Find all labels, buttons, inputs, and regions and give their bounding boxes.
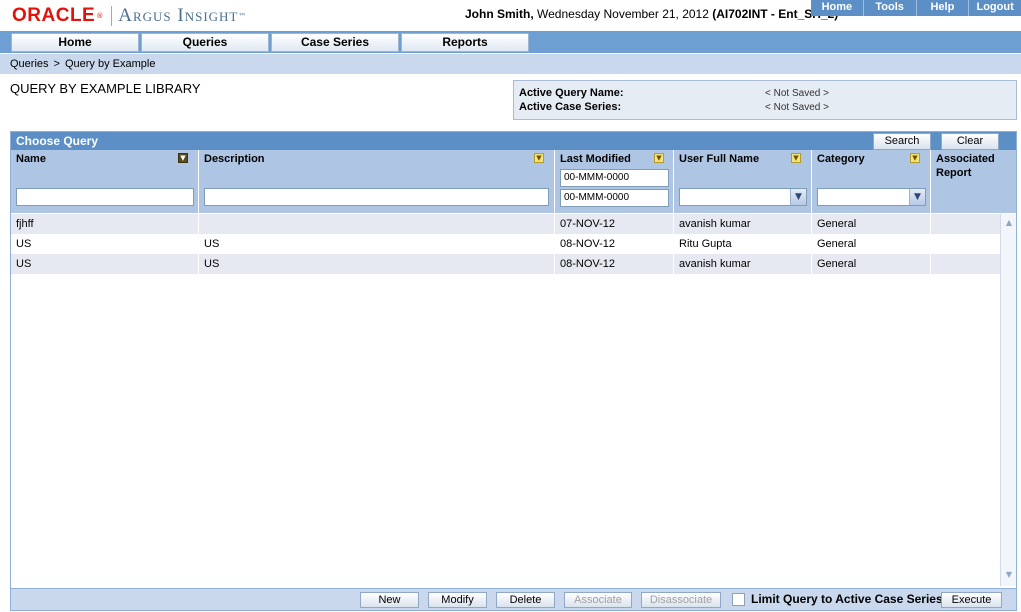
- nav-tab-case-series[interactable]: Case Series: [271, 33, 399, 52]
- oracle-logo-text: ORACLE: [12, 5, 96, 26]
- top-link-logout[interactable]: Logout: [968, 0, 1021, 16]
- active-query-name-label: Active Query Name:: [519, 87, 624, 99]
- new-button[interactable]: New: [360, 592, 419, 608]
- cell-user: Ritu Gupta: [674, 234, 812, 254]
- column-category-label: Category: [817, 153, 865, 165]
- top-link-tools[interactable]: Tools: [862, 0, 916, 16]
- description-filter-input[interactable]: [204, 188, 549, 206]
- table-row[interactable]: US US 08-NOV-12 Ritu Gupta General: [11, 234, 1000, 254]
- scroll-down-icon[interactable]: ▼: [1002, 568, 1016, 582]
- column-category: Category ▼ ▼: [812, 150, 931, 213]
- nav-tab-reports[interactable]: Reports: [401, 33, 529, 52]
- column-associated-report-label: Associated Report: [936, 153, 995, 179]
- main-nav: Home Queries Case Series Reports: [0, 31, 1021, 53]
- table-row[interactable]: US US 08-NOV-12 avanish kumar General: [11, 254, 1000, 274]
- cell-description: US: [199, 254, 555, 274]
- registered-mark: ®: [96, 12, 104, 20]
- sort-icon[interactable]: ▼: [654, 153, 664, 163]
- cell-name: US: [11, 254, 199, 274]
- nav-tab-home[interactable]: Home: [11, 33, 139, 52]
- modify-button[interactable]: Modify: [428, 592, 487, 608]
- cell-name: fjhff: [11, 214, 199, 234]
- column-user-full-name-label: User Full Name: [679, 153, 760, 165]
- chevron-down-icon[interactable]: ▼: [790, 189, 806, 205]
- user-filter-select[interactable]: ▼: [679, 188, 807, 206]
- associate-button[interactable]: Associate: [564, 592, 632, 608]
- chevron-down-icon[interactable]: ▼: [909, 189, 925, 205]
- date-to-input[interactable]: 00-MMM-0000: [560, 189, 669, 207]
- breadcrumb-query-by-example: Query by Example: [64, 58, 156, 70]
- query-grid: fjhff 07-NOV-12 avanish kumar General US…: [11, 214, 1000, 274]
- active-case-series-value: < Not Saved >: [765, 102, 829, 113]
- sort-icon[interactable]: ▼: [534, 153, 544, 163]
- category-filter-select[interactable]: ▼: [817, 188, 926, 206]
- sort-icon[interactable]: ▼: [910, 153, 920, 163]
- cell-category: General: [812, 234, 931, 254]
- sort-icon[interactable]: ▼: [178, 153, 188, 163]
- cell-description: US: [199, 234, 555, 254]
- limit-query-label: Limit Query to Active Case Series: [751, 592, 943, 606]
- top-links: Home Tools Help Logout: [811, 0, 1021, 16]
- page-title: QUERY BY EXAMPLE LIBRARY: [10, 81, 201, 96]
- cell-category: General: [812, 254, 931, 274]
- logo-divider: [111, 6, 113, 26]
- column-last-modified: Last Modified ▼ 00-MMM-0000 00-MMM-0000: [555, 150, 674, 213]
- column-name-label: Name: [16, 153, 46, 165]
- oracle-argus-logo: ORACLE ® Argus Insight ™: [12, 5, 246, 27]
- limit-query-checkbox[interactable]: [732, 593, 745, 606]
- breadcrumb-separator: >: [53, 58, 60, 70]
- column-last-modified-label: Last Modified: [560, 153, 631, 165]
- user-name: John Smith,: [465, 7, 534, 21]
- column-description: Description ▼: [199, 150, 555, 213]
- top-link-home[interactable]: Home: [811, 0, 863, 16]
- app-header: ORACLE ® Argus Insight ™ John Smith, Wed…: [0, 0, 1021, 30]
- column-description-label: Description: [204, 153, 265, 165]
- trademark-mark: ™: [238, 11, 247, 21]
- cell-user: avanish kumar: [674, 254, 812, 274]
- cell-last-modified: 08-NOV-12: [555, 234, 674, 254]
- disassociate-button[interactable]: Disassociate: [641, 592, 721, 608]
- column-associated-report: Associated Report: [931, 150, 1016, 213]
- cell-description: [199, 214, 555, 234]
- active-query-box: Active Query Name: < Not Saved > Active …: [513, 80, 1017, 120]
- top-link-help[interactable]: Help: [915, 0, 969, 16]
- cell-last-modified: 08-NOV-12: [555, 254, 674, 274]
- column-header-area: Name ▼ Description ▼ Last Modified ▼ 00-…: [11, 150, 1016, 213]
- user-info: John Smith, Wednesday November 21, 2012 …: [465, 7, 838, 21]
- column-name: Name ▼: [11, 150, 199, 213]
- breadcrumb: Queries > Query by Example: [0, 54, 1021, 74]
- table-row[interactable]: fjhff 07-NOV-12 avanish kumar General: [11, 214, 1000, 234]
- cell-last-modified: 07-NOV-12: [555, 214, 674, 234]
- choose-query-panel: Choose Query Search Clear Name ▼ Descrip…: [10, 131, 1017, 589]
- cell-name: US: [11, 234, 199, 254]
- panel-header: Choose Query: [11, 132, 1016, 150]
- delete-button[interactable]: Delete: [496, 592, 555, 608]
- name-filter-input[interactable]: [16, 188, 194, 206]
- cell-category: General: [812, 214, 931, 234]
- scroll-up-icon[interactable]: ▲: [1002, 216, 1016, 230]
- sort-icon[interactable]: ▼: [791, 153, 801, 163]
- clear-button[interactable]: Clear: [941, 133, 999, 150]
- active-case-series-label: Active Case Series:: [519, 101, 622, 113]
- cell-report: [931, 214, 1000, 234]
- panel-title: Choose Query: [16, 134, 99, 148]
- breadcrumb-queries[interactable]: Queries: [10, 58, 49, 70]
- search-button[interactable]: Search: [873, 133, 931, 150]
- product-name: Argus Insight: [118, 5, 239, 26]
- date-from-input[interactable]: 00-MMM-0000: [560, 169, 669, 187]
- cell-report: [931, 254, 1000, 274]
- action-footer: New Modify Delete Associate Disassociate…: [10, 589, 1017, 611]
- execute-button[interactable]: Execute: [941, 592, 1002, 608]
- nav-tab-queries[interactable]: Queries: [141, 33, 269, 52]
- column-user-full-name: User Full Name ▼ ▼: [674, 150, 812, 213]
- vertical-scrollbar[interactable]: ▲ ▼: [1000, 214, 1016, 586]
- active-query-name-value: < Not Saved >: [765, 88, 829, 99]
- cell-user: avanish kumar: [674, 214, 812, 234]
- cell-report: [931, 234, 1000, 254]
- current-date: Wednesday November 21, 2012: [537, 7, 709, 21]
